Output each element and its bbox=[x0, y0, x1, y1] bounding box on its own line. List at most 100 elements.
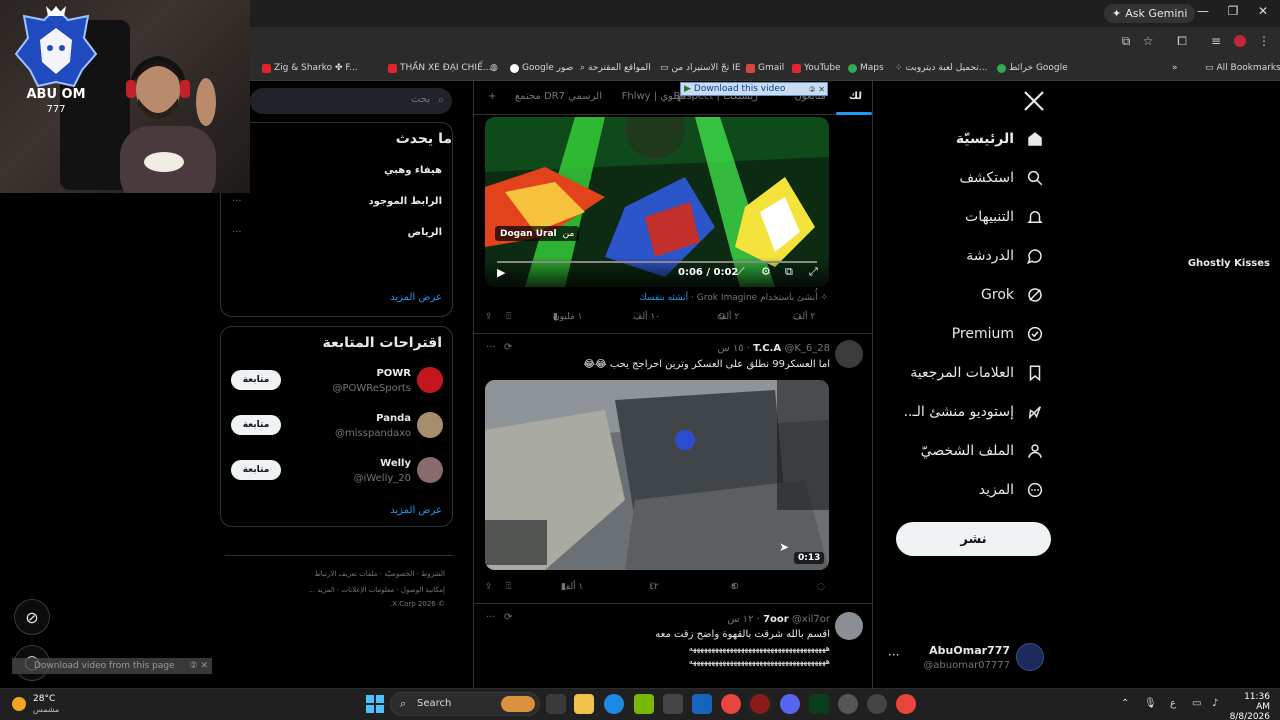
follow-suggestion[interactable]: Panda @misspandaxo متابعة bbox=[220, 408, 453, 448]
avatar[interactable] bbox=[417, 412, 443, 438]
nvidia-app-icon[interactable] bbox=[809, 694, 829, 714]
share-icon[interactable]: ⇪ bbox=[485, 582, 493, 592]
obs-icon[interactable] bbox=[750, 694, 770, 714]
close-icon[interactable]: ② ✕ bbox=[190, 661, 212, 671]
download-page-banner[interactable]: Download video from this page ② ✕ bbox=[12, 658, 212, 674]
trend-item[interactable]: الرياض bbox=[408, 227, 442, 238]
nav-item-verified[interactable]: Premium bbox=[952, 319, 1044, 349]
taskbar-search[interactable]: ⌕ Search bbox=[390, 692, 540, 716]
grok-float-button[interactable]: ⊘ bbox=[14, 599, 50, 635]
weather-widget[interactable]: 28°C مشمس bbox=[12, 693, 82, 715]
trend-item[interactable]: Ghostly Kisses bbox=[231, 258, 1270, 269]
bookmark-icon[interactable]: ⍐ bbox=[506, 312, 511, 322]
more-icon[interactable]: ··· bbox=[888, 648, 899, 662]
star-icon[interactable]: ☆ bbox=[1140, 33, 1156, 49]
nav-item-rocket[interactable]: إستوديو منشئ الـ.. bbox=[904, 397, 1044, 427]
tab-dr7[interactable]: مجتمع DR7 الرسمي bbox=[515, 91, 602, 102]
menu-icon[interactable]: ⋮ bbox=[1256, 33, 1272, 49]
close-window-button[interactable]: ✕ bbox=[1252, 4, 1274, 18]
tray-chevron-icon[interactable]: ⌃ bbox=[1121, 698, 1129, 709]
bookmark-5[interactable]: ▭ تجّ الاستيراد من IE bbox=[660, 61, 741, 75]
nav-item-profile[interactable]: الملف الشخصيّ bbox=[921, 436, 1044, 466]
grok-create-link[interactable]: أنشئه بنفسك bbox=[639, 293, 688, 303]
share-icon[interactable]: ⇪ bbox=[485, 312, 493, 322]
nvidia-icon[interactable] bbox=[634, 694, 654, 714]
account-switcher[interactable]: ··· AbuOmar777 @abuomar07777 bbox=[886, 640, 1046, 676]
ask-gemini-button[interactable]: ✦ Ask Gemini bbox=[1104, 4, 1196, 23]
extensions-icon[interactable]: ⧠ bbox=[1174, 33, 1190, 49]
show-more-link[interactable]: عرض المزيد bbox=[390, 505, 442, 516]
trend-item[interactable]: هيفاء وهبي bbox=[384, 165, 442, 176]
follow-suggestion[interactable]: POWR @POWReSports متابعة bbox=[220, 363, 453, 403]
grok-icon[interactable]: ⟳ bbox=[504, 612, 512, 623]
bookmark-icon[interactable]: ⍐ bbox=[506, 582, 511, 592]
suggestion-name[interactable]: Welly bbox=[380, 458, 411, 469]
store-icon[interactable] bbox=[663, 694, 683, 714]
bookmark-1[interactable]: Zig & Sharko ✤ F... bbox=[262, 61, 358, 75]
nav-item-bell[interactable]: التنبيهات bbox=[965, 202, 1044, 232]
edge-icon[interactable] bbox=[604, 694, 624, 714]
post3-avatar[interactable] bbox=[835, 612, 863, 640]
file-explorer-icon[interactable] bbox=[574, 694, 594, 714]
follow-button[interactable]: متابعة bbox=[231, 370, 281, 390]
bookmark-10[interactable]: خرائط Google bbox=[997, 61, 1068, 75]
video-attribution[interactable]: Dogan Ural من bbox=[495, 226, 580, 241]
more-icon[interactable]: ··· bbox=[232, 196, 242, 207]
chrome-icon[interactable] bbox=[896, 694, 916, 714]
discord-icon[interactable] bbox=[780, 694, 800, 714]
close-icon[interactable]: ② ✕ bbox=[809, 85, 827, 94]
show-more-link[interactable]: عرض المزيد bbox=[390, 292, 442, 303]
bookmarks-overflow[interactable]: » bbox=[1172, 61, 1178, 75]
nav-item-grok[interactable]: Grok bbox=[981, 280, 1044, 310]
bookmark-9[interactable]: ⁘ تحميل لعبة ديتروبت... bbox=[895, 61, 987, 75]
task-view-icon[interactable] bbox=[546, 694, 566, 714]
chrome-icon[interactable] bbox=[721, 694, 741, 714]
nav-item-bookmark[interactable]: العلامات المرجعية bbox=[910, 358, 1044, 388]
suggestion-name[interactable]: Panda bbox=[376, 413, 411, 424]
minimize-button[interactable]: — bbox=[1192, 4, 1214, 18]
profile-icon[interactable] bbox=[1232, 33, 1248, 49]
tab-for-you[interactable]: لك bbox=[849, 91, 862, 102]
x-logo-icon[interactable] bbox=[1022, 89, 1046, 113]
taskbar-clock[interactable]: 11:36 AM 8/8/2026 bbox=[1228, 692, 1270, 720]
bookmark-7[interactable]: YouTube bbox=[792, 61, 841, 75]
nav-item-search[interactable]: استكشف bbox=[959, 163, 1044, 193]
follow-suggestion[interactable]: Welly @iWelly_20 متابعة bbox=[220, 453, 453, 493]
volume-icon[interactable]: ♪ bbox=[1212, 698, 1218, 709]
outlook-icon[interactable] bbox=[692, 694, 712, 714]
bookmark-3[interactable]: Google صور bbox=[510, 61, 573, 75]
tab-fhlwy[interactable]: Fhlwy | فهلوي bbox=[622, 91, 686, 102]
nav-item-more-circle[interactable]: المزيد bbox=[979, 475, 1044, 505]
more-icon[interactable]: ··· bbox=[486, 612, 496, 623]
search-input[interactable]: بحث ⌕ bbox=[250, 88, 452, 114]
post-button[interactable]: نشر bbox=[896, 522, 1051, 556]
more-icon[interactable]: ··· bbox=[232, 227, 242, 238]
bookmark-2[interactable]: THẦN XE ĐẠI CHIẾ... bbox=[388, 61, 491, 75]
media-icon[interactable]: ≡ bbox=[1208, 33, 1224, 49]
mic-icon[interactable]: 🎙 bbox=[1144, 698, 1157, 709]
grok-icon[interactable]: ⟳ bbox=[504, 342, 512, 353]
all-bookmarks[interactable]: ▭ All Bookmarks bbox=[1205, 61, 1280, 75]
bookmark-8[interactable]: Maps bbox=[848, 61, 884, 75]
display-icon[interactable]: ▭ bbox=[1192, 698, 1201, 709]
bookmark-6[interactable]: Gmail bbox=[746, 61, 784, 75]
cast-icon[interactable]: ⧉ bbox=[1118, 33, 1134, 49]
download-video-banner[interactable]: ▶ Download this video ② ✕ bbox=[680, 82, 828, 96]
app-icon[interactable] bbox=[867, 694, 887, 714]
app-icon[interactable] bbox=[838, 694, 858, 714]
suggestion-name[interactable]: POWR bbox=[376, 368, 411, 379]
follow-button[interactable]: متابعة bbox=[231, 415, 281, 435]
trend-item[interactable]: الرابط الموجود bbox=[368, 196, 442, 207]
nav-item-home[interactable]: الرئيسيّة bbox=[956, 124, 1044, 154]
add-tab-icon[interactable]: + bbox=[488, 91, 496, 102]
more-icon[interactable]: ··· bbox=[486, 342, 496, 353]
follow-button[interactable]: متابعة bbox=[231, 460, 281, 480]
post2-avatar[interactable] bbox=[835, 340, 863, 368]
bookmark-4[interactable]: ⌕ المواقع المقترحة bbox=[580, 61, 651, 75]
avatar[interactable] bbox=[417, 457, 443, 483]
maximize-button[interactable]: ❐ bbox=[1222, 4, 1244, 18]
bookmark-globe[interactable]: ◍ bbox=[490, 61, 498, 75]
post2-video[interactable] bbox=[485, 380, 829, 570]
windows-start-icon[interactable] bbox=[366, 695, 384, 713]
language-indicator[interactable]: ع bbox=[1170, 698, 1176, 709]
